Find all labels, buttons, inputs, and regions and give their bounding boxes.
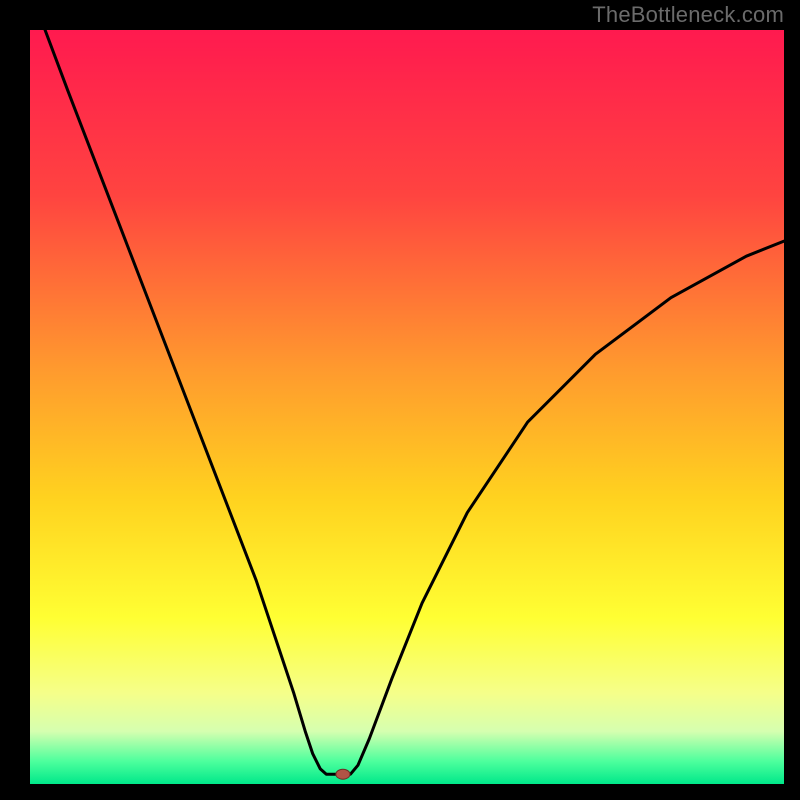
- chart-container: TheBottleneck.com: [0, 0, 800, 800]
- bottleneck-chart: [0, 0, 800, 800]
- optimum-marker: [336, 769, 350, 779]
- plot-background: [30, 30, 784, 784]
- watermark-text: TheBottleneck.com: [592, 2, 784, 28]
